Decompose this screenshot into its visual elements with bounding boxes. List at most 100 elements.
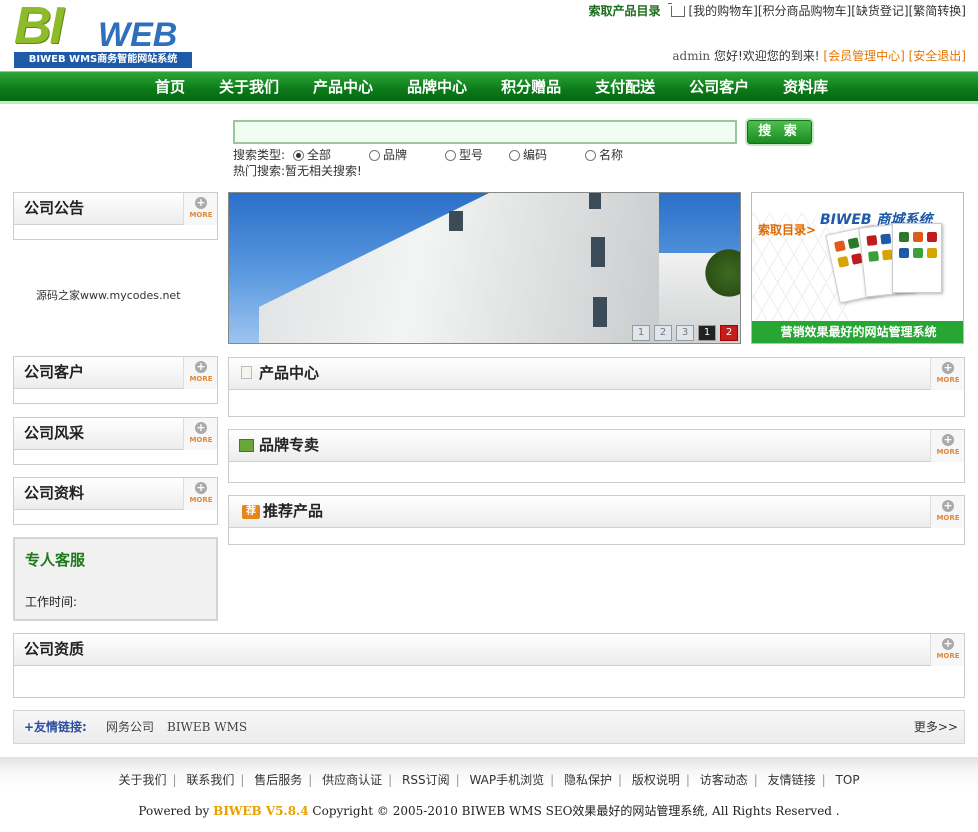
footer-links: 关于我们 | 联系我们 | 售后服务 | 供应商认证 | RSS订阅 | WAP手机浏览 |… [118,773,860,787]
radio-icon[interactable] [369,149,380,161]
box-icon [239,439,254,452]
username: admin [672,49,711,63]
footer-link-rss[interactable]: RSS订阅 [402,773,450,787]
points-cart-link[interactable]: [积分商品购物车] [758,2,851,20]
footer-link-visitors[interactable]: 访客动态 [700,773,748,787]
footer-link-copyright[interactable]: 版权说明 [632,773,680,787]
ad-banner[interactable]: 索取目录> BIWEB 商城系统 营销效果最好的网站管理系统 [751,192,964,344]
logout-link[interactable]: [安全退出] [909,49,966,63]
style-title: 公司风采 [24,424,85,442]
more-label: MORE [936,514,960,522]
plus-icon: + [942,499,954,512]
more-label: MORE [936,448,960,456]
plus-icon: + [195,196,207,209]
footer-link-aftersales[interactable]: 售后服务 [254,773,302,787]
catalog-link[interactable]: 索取产品目录 [588,2,660,20]
friend-link[interactable]: BIWEB WMS [167,711,247,743]
footer-brand-link[interactable]: BIWEB V5.8.4 [213,804,308,818]
service-title: 专人客服 [25,551,86,569]
banner-page-1[interactable]: 1 [632,325,650,341]
announcement-text[interactable]: 源码之家www.mycodes.net [36,287,181,303]
radio-icon[interactable] [445,149,456,161]
footer-link-supplier[interactable]: 供应商认证 [322,773,382,787]
search-option-brand[interactable]: 品牌 [369,147,407,163]
copyright-line: Powered by BIWEB V5.8.4 Copyright © 2005… [0,802,978,819]
radio-icon[interactable] [509,149,520,161]
more-button[interactable]: + MORE [930,634,964,666]
search-input[interactable] [233,120,737,144]
friend-link[interactable]: 网务公司 [106,711,154,743]
friend-links-more[interactable]: 更多>> [914,711,958,743]
search-option-all[interactable]: 全部 [293,147,331,163]
more-label: MORE [189,375,213,383]
banner-window [593,297,607,327]
plus-icon: + [942,637,954,650]
more-button[interactable]: + MORE [183,357,217,389]
footer: 关于我们 | 联系我们 | 售后服务 | 供应商认证 | RSS订阅 | WAP手机浏览 |… [0,757,978,832]
search-option-model[interactable]: 型号 [445,147,483,163]
ad-slogan: 营销效果最好的网站管理系统 [752,321,963,343]
radio-icon[interactable] [585,149,596,161]
service-hours: 工作时间: [25,595,78,609]
nav-item-home[interactable]: 首页 [138,72,202,102]
banner-page-2[interactable]: 2 [654,325,672,341]
plus-icon: + [942,361,954,374]
search-type-group: 搜索类型: 全部 品牌 型号 编码 名称 [233,147,653,163]
ad-catalog-text: 索取目录> [758,223,817,237]
member-center-link[interactable]: [会员管理中心] [823,49,904,63]
catalog-book-image [892,223,942,293]
more-button[interactable]: + MORE [930,430,964,462]
more-button[interactable]: + MORE [930,496,964,528]
search-option-code[interactable]: 编码 [509,147,547,163]
nav-item-products[interactable]: 产品中心 [296,72,390,102]
out-of-stock-link[interactable]: [缺货登记] [851,2,908,20]
more-button[interactable]: + MORE [930,358,964,390]
more-label: MORE [189,211,213,219]
more-button[interactable]: + MORE [183,478,217,510]
banner-window [449,211,463,231]
more-label: MORE [189,496,213,504]
customers-box: 公司客户 + MORE [13,356,218,404]
plus-icon: + [195,481,207,494]
banner-page-3[interactable]: 3 [676,325,694,341]
banner-page-4[interactable]: 1 [698,325,716,341]
brands-title: 品牌专卖 [259,436,320,454]
banner-page-5[interactable]: 2 [720,325,738,341]
more-button[interactable]: + MORE [183,418,217,450]
plus-icon: + [195,421,207,434]
cart-icon [667,2,685,17]
nav-item-customers[interactable]: 公司客户 [672,72,766,102]
search-button[interactable]: 搜 索 [747,120,812,144]
my-cart-link[interactable]: [我的购物车] [689,2,758,20]
radio-icon[interactable] [293,149,304,161]
more-label: MORE [936,376,960,384]
search-option-brand-label: 品牌 [383,148,408,162]
hot-search-label: 热门搜索: [233,164,286,178]
footer-link-contact[interactable]: 联系我们 [186,773,234,787]
search-type-label: 搜索类型: [233,148,286,162]
top-links-bar: 索取产品目录 [我的购物车] [积分商品购物车] [缺货登记] [繁简转换] [588,2,966,20]
footer-link-top[interactable]: TOP [836,773,860,787]
banner-slideshow[interactable]: 1 2 3 1 2 [228,192,741,344]
footer-link-privacy[interactable]: 隐私保护 [564,773,612,787]
qualification-title: 公司资质 [24,640,85,658]
footer-link-wap[interactable]: WAP手机浏览 [469,773,544,787]
announcement-title: 公司公告 [24,199,85,217]
more-button[interactable]: + MORE [183,193,217,225]
search-option-model-label: 型号 [459,148,484,162]
recommended-section: 荐 推荐产品 + MORE [228,495,965,545]
nav-item-about[interactable]: 关于我们 [202,72,296,102]
welcome-bar: admin 您好!欢迎您的到来! [会员管理中心] [安全退出] [672,47,966,65]
traditional-simplified-link[interactable]: [繁简转换] [909,2,966,20]
recommended-title: 推荐产品 [263,502,324,520]
document-icon [241,366,252,379]
nav-item-gifts[interactable]: 积分赠品 [484,72,578,102]
friend-links-bar: +友情链接: 网务公司 BIWEB WMS 更多>> [13,710,965,744]
site-logo[interactable]: BI WEB BIWEB WMS商务智能网站系统 [12,0,194,68]
footer-link-about[interactable]: 关于我们 [118,773,166,787]
search-option-name[interactable]: 名称 [585,147,623,163]
nav-item-payment[interactable]: 支付配送 [578,72,672,102]
nav-item-library[interactable]: 资料库 [766,72,845,102]
nav-item-brands[interactable]: 品牌中心 [390,72,484,102]
footer-link-friends[interactable]: 友情链接 [768,773,816,787]
